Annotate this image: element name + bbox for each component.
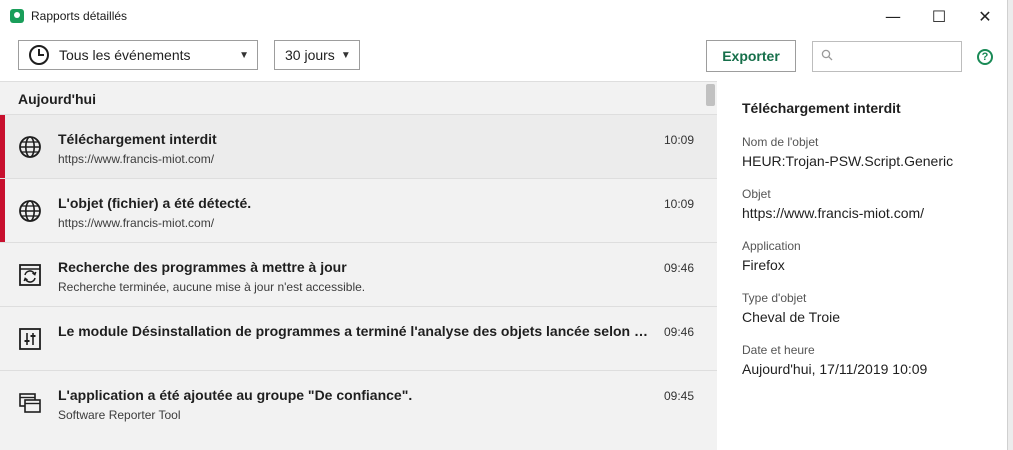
window-title: Rapports détaillés [31,9,128,23]
event-time: 09:46 [664,261,695,275]
export-button[interactable]: Exporter [706,40,796,72]
update-icon [19,264,41,286]
event-time: 09:46 [664,325,695,339]
search-icon [821,49,833,61]
kaspersky-app-icon [10,9,24,23]
detail-value: Aujourd'hui, 17/11/2019 10:09 [742,361,928,377]
help-icon[interactable]: ? [977,49,993,65]
event-row[interactable]: Téléchargement interdit https://www.fran… [0,114,717,178]
sliders-icon [19,328,41,350]
section-title-today: Aujourd'hui [18,91,96,107]
detail-field-datetime: Date et heure Aujourd'hui, 17/11/2019 10… [742,343,1002,377]
detail-field-object-name: Nom de l'objet HEUR:Trojan-PSW.Script.Ge… [742,135,1002,169]
event-subtitle: https://www.francis-miot.com/ [58,152,215,166]
app-windows-icon [19,393,41,413]
event-row[interactable]: L'application a été ajoutée au groupe "D… [0,370,717,434]
chevron-down-icon: ▼ [239,49,249,61]
minimize-button[interactable]: — [870,0,916,32]
scrollbar-thumb[interactable] [706,84,715,106]
detail-panel: Téléchargement interdit Nom de l'objet H… [717,81,1007,450]
toolbar: Tous les événements ▼ 30 jours ▼ Exporte… [0,32,1007,81]
detail-field-application: Application Firefox [742,239,1002,273]
detail-label: Objet [742,187,771,201]
period-filter-label: 30 jours [285,47,335,63]
event-title: Recherche des programmes à mettre à jour [58,259,347,275]
detail-label: Date et heure [742,343,815,357]
search-box[interactable] [812,41,962,72]
globe-icon [19,200,41,222]
events-list-pane: Aujourd'hui Téléchargement interdit http… [0,81,717,450]
event-row[interactable]: L'objet (fichier) a été détecté. https:/… [0,178,717,242]
chevron-down-icon: ▼ [340,49,351,61]
events-filter-dropdown[interactable]: Tous les événements ▼ [18,40,258,70]
events-filter-label: Tous les événements [59,47,191,63]
events-list: Téléchargement interdit https://www.fran… [0,114,717,434]
detail-value: Firefox [742,257,785,273]
event-time: 10:09 [664,133,695,147]
event-subtitle: Software Reporter Tool [58,408,181,422]
severity-indicator [0,179,5,242]
detail-value: HEUR:Trojan-PSW.Script.Generic [742,153,954,169]
maximize-button[interactable]: ☐ [916,0,962,32]
event-title: L'application a été ajoutée au groupe "D… [58,387,413,403]
event-title: L'objet (fichier) a été détecté. [58,195,252,211]
detail-label: Application [742,239,801,253]
event-row[interactable]: Le module Désinstallation de programmes … [0,306,717,370]
event-row[interactable]: Recherche des programmes à mettre à jour… [0,242,717,306]
detail-field-object-type: Type d'objet Cheval de Troie [742,291,1002,325]
event-time: 10:09 [664,197,695,211]
detail-label: Nom de l'objet [742,135,819,149]
background-desktop [1008,0,1013,450]
report-window: Rapports détaillés — ☐ ✕ Tous les événem… [0,0,1008,450]
detail-field-object: Objet https://www.francis-miot.com/ [742,187,1002,221]
clock-icon [29,45,49,65]
detail-value: Cheval de Troie [742,309,841,325]
detail-title: Téléchargement interdit [742,100,901,116]
detail-value: https://www.francis-miot.com/ [742,205,925,221]
title-bar: Rapports détaillés — ☐ ✕ [0,0,1007,32]
severity-indicator [0,115,5,178]
period-filter-dropdown[interactable]: 30 jours ▼ [274,40,360,70]
detail-label: Type d'objet [742,291,807,305]
event-subtitle: Recherche terminée, aucune mise à jour n… [58,280,366,294]
globe-icon [19,136,41,158]
event-subtitle: https://www.francis-miot.com/ [58,216,215,230]
close-button[interactable]: ✕ [962,0,1007,32]
search-input[interactable] [841,46,959,70]
event-title: Le module Désinstallation de programmes … [58,323,648,339]
event-title: Téléchargement interdit [58,131,217,147]
event-time: 09:45 [664,389,695,403]
